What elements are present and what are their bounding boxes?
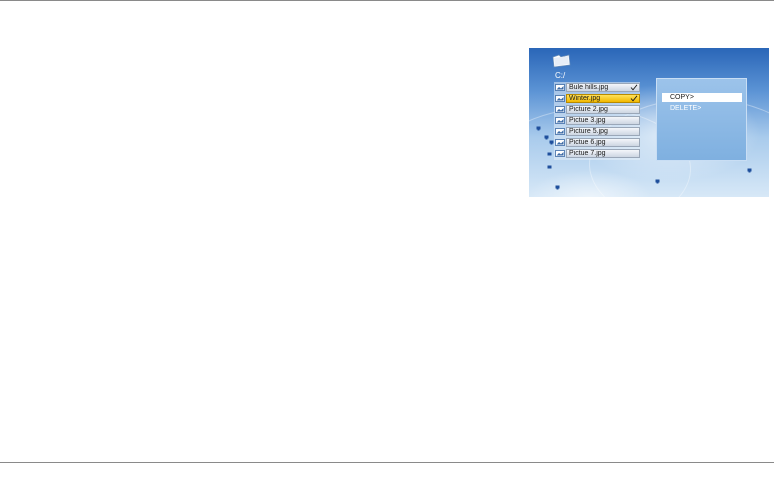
desktop-shortcut-icon xyxy=(655,179,660,184)
file-name: Pictue 7.jpg xyxy=(569,150,606,157)
file-name-box: Pictue 6.jpg xyxy=(566,138,640,147)
file-row-4[interactable]: Picture 5.jpg xyxy=(554,127,640,136)
file-name: Pictue 6.jpg xyxy=(569,139,606,146)
file-name-box: Picture 2.jpg xyxy=(566,105,640,114)
file-list: Bule hills.jpg Winter.jpg Picture 2.jpg … xyxy=(554,82,640,160)
picture-file-icon xyxy=(555,95,565,102)
picture-file-icon xyxy=(555,139,565,146)
file-row-0[interactable]: Bule hills.jpg xyxy=(554,83,640,92)
file-name-box: Pictue 3.jpg xyxy=(566,116,640,125)
current-path: C:/ xyxy=(555,71,566,80)
file-row-1[interactable]: Winter.jpg xyxy=(554,94,640,103)
menu-item-delete[interactable]: DELETE> xyxy=(662,104,742,113)
manual-page: C:/ Bule hills.jpg Winter.jpg Picture 2.… xyxy=(0,0,774,490)
checkmark-icon xyxy=(630,84,638,91)
desktop-shortcut-icon xyxy=(549,140,554,145)
file-row-5[interactable]: Pictue 6.jpg xyxy=(554,138,640,147)
menu-item-copy[interactable]: COPY> xyxy=(662,93,742,102)
picture-file-icon xyxy=(555,106,565,113)
checkmark-icon xyxy=(630,95,638,102)
picture-file-icon xyxy=(555,150,565,157)
folder-icon xyxy=(552,54,571,68)
file-name: Picture 5.jpg xyxy=(569,128,608,135)
file-name: Winter.jpg xyxy=(569,95,601,102)
file-name: Pictue 3.jpg xyxy=(569,117,606,124)
file-row-6[interactable]: Pictue 7.jpg xyxy=(554,149,640,158)
file-name-box: Winter.jpg xyxy=(566,94,640,103)
desktop-shortcut-icon xyxy=(747,168,752,173)
picture-file-icon xyxy=(555,117,565,124)
action-menu: COPY> DELETE> xyxy=(656,78,747,161)
picture-file-icon xyxy=(555,84,565,91)
file-name-box: Bule hills.jpg xyxy=(566,83,640,92)
desktop-shortcut-icon xyxy=(547,152,552,156)
file-name-box: Picture 5.jpg xyxy=(566,127,640,136)
file-name-box: Pictue 7.jpg xyxy=(566,149,640,158)
bottom-rule xyxy=(0,462,774,463)
file-name: Bule hills.jpg xyxy=(569,84,609,91)
desktop-shortcut-icon xyxy=(555,185,560,190)
desktop-shortcut-icon xyxy=(536,126,541,131)
file-row-3[interactable]: Pictue 3.jpg xyxy=(554,116,640,125)
device-screen: C:/ Bule hills.jpg Winter.jpg Picture 2.… xyxy=(529,48,769,197)
desktop-shortcut-icon xyxy=(547,165,552,169)
picture-file-icon xyxy=(555,128,565,135)
top-rule xyxy=(0,0,774,1)
file-row-2[interactable]: Picture 2.jpg xyxy=(554,105,640,114)
file-name: Picture 2.jpg xyxy=(569,106,608,113)
